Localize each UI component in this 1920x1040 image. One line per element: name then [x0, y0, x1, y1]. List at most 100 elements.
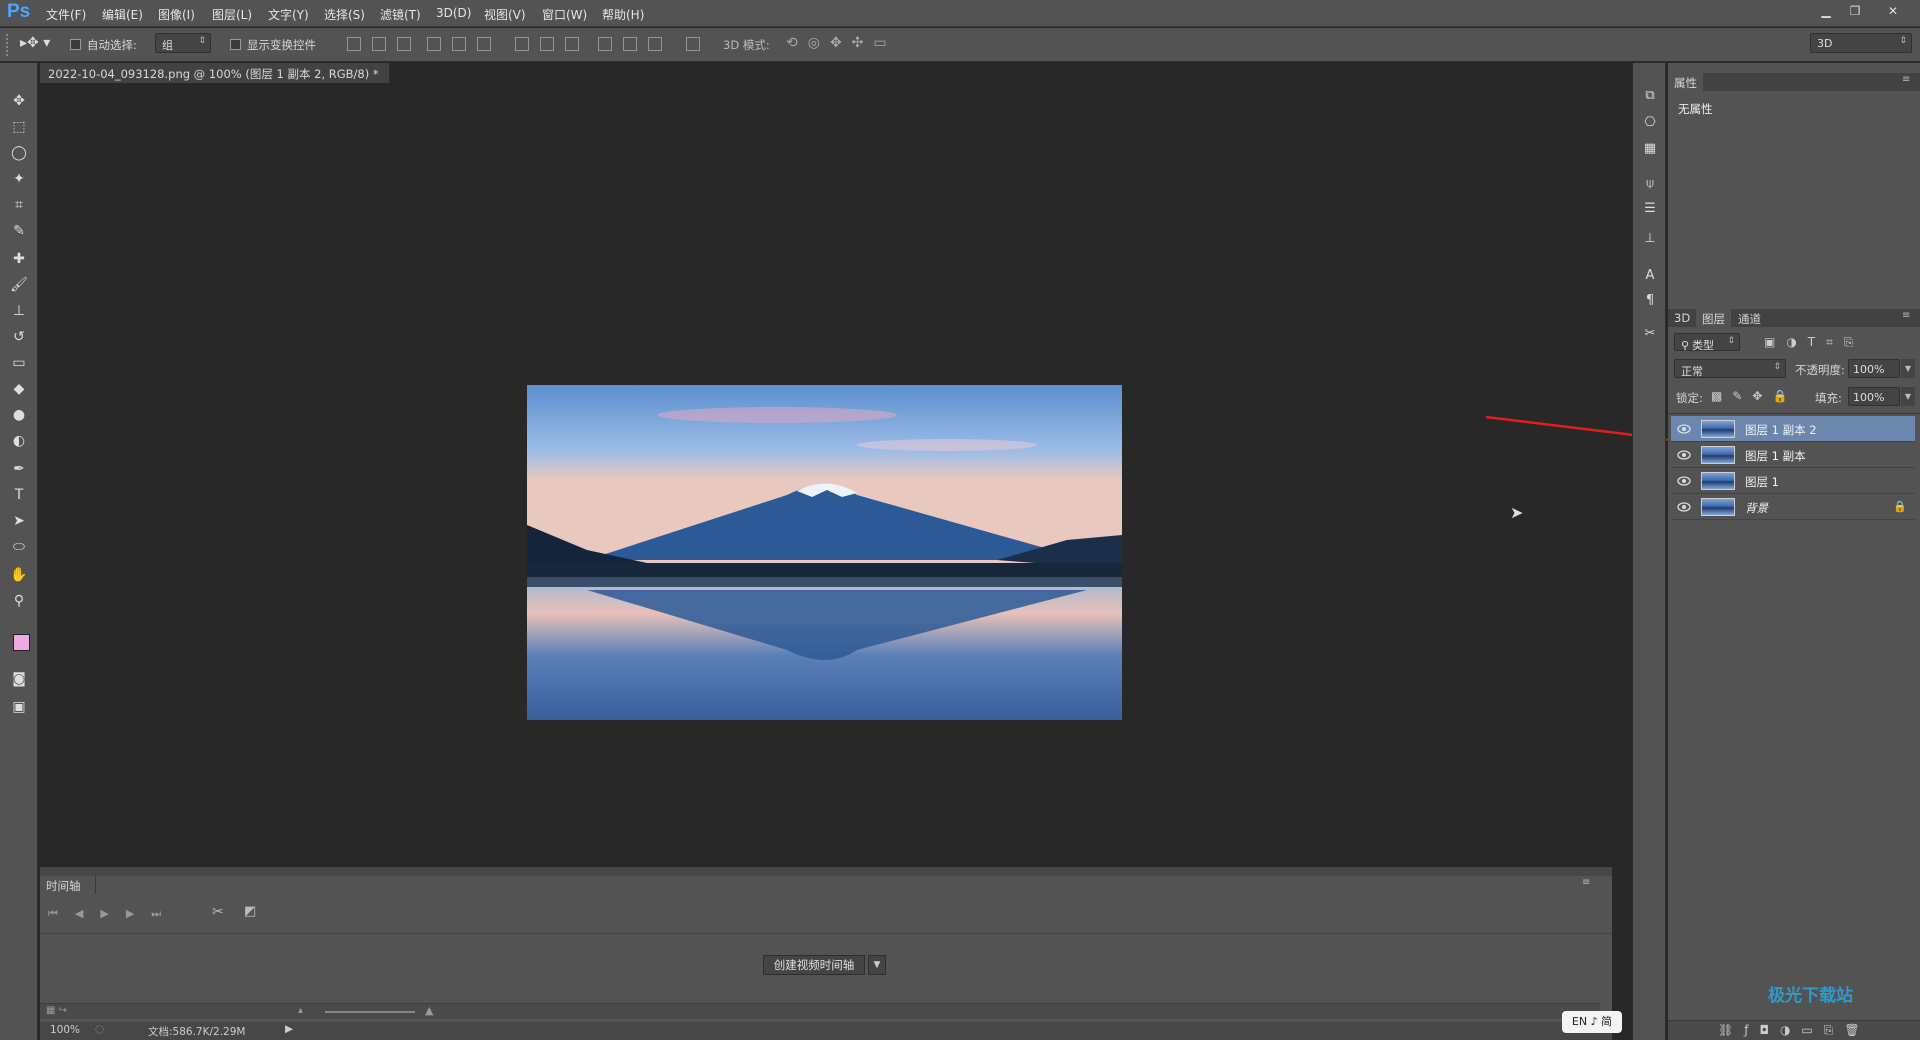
stamp-tool-icon[interactable]: ⊥ [8, 300, 30, 322]
screen-mode-icon[interactable]: ▣ [8, 696, 30, 718]
menu-select[interactable]: 选择(S) [324, 6, 365, 23]
auto-align-icon[interactable] [686, 37, 700, 51]
zoom-out-icon[interactable]: ▴ [298, 1005, 303, 1016]
brush-presets-icon[interactable]: ⍦ [1642, 176, 1658, 192]
blend-mode-dropdown[interactable]: 正常 ⇕ [1674, 359, 1786, 378]
layer-filter-icons[interactable]: ▣◑T⌗⎘ [1764, 335, 1865, 350]
layer-footer-icons[interactable]: ⛓ƒ◘◑▭⎘🗑 [1718, 1023, 1871, 1038]
layer-filter-dropdown[interactable]: ⚲ 类型 ⇕ [1674, 333, 1740, 352]
align-left-icon[interactable] [427, 37, 441, 51]
zoom-tool-icon[interactable]: ⚲ [8, 590, 30, 612]
lock-options-icons[interactable]: ▩✎✥🔒 [1711, 389, 1797, 403]
healing-tool-icon[interactable]: ✚ [8, 248, 30, 270]
menu-type[interactable]: 文字(Y) [268, 6, 309, 23]
align-vcenter-icon[interactable] [372, 37, 386, 51]
path-selection-tool-icon[interactable]: ➤ [8, 510, 30, 532]
visibility-eye-icon[interactable] [1677, 475, 1691, 487]
quick-mask-icon[interactable]: ◙ [8, 668, 30, 690]
menu-file[interactable]: 文件(F) [46, 6, 86, 23]
workspace-dropdown[interactable]: 3D ⇕ [1810, 33, 1912, 53]
marquee-tool-icon[interactable]: ⬚ [8, 116, 30, 138]
status-menu-arrow-icon[interactable]: ▶ [285, 1023, 293, 1035]
opacity-dropdown-icon[interactable]: ▼ [1901, 359, 1915, 378]
restore-icon[interactable]: ❐ [1842, 1, 1868, 21]
tools-preset-icon[interactable]: ✂ [1642, 326, 1658, 342]
type-tool-icon[interactable]: T [8, 484, 30, 506]
layer-row[interactable]: 图层 1 [1671, 468, 1915, 494]
distribute-top-icon[interactable] [515, 37, 529, 51]
menu-layer[interactable]: 图层(L) [212, 6, 252, 23]
eyedropper-tool-icon[interactable]: ✎ [8, 220, 30, 242]
menu-3d[interactable]: 3D(D) [436, 6, 471, 20]
auto-select-dropdown[interactable]: 组 ⇕ [155, 33, 211, 53]
scissors-icon[interactable]: ✂ [212, 904, 224, 920]
hand-tool-icon[interactable]: ✋ [8, 564, 30, 586]
menu-help[interactable]: 帮助(H) [602, 6, 644, 23]
close-icon[interactable]: ✕ [1880, 1, 1906, 21]
ellipse-tool-icon[interactable]: ⬭ [8, 536, 30, 558]
timeline-dropdown-arrow-icon[interactable]: ▼ [868, 955, 886, 975]
dodge-tool-icon[interactable]: ◐ [8, 430, 30, 452]
timeline-tab[interactable]: 时间轴 [40, 876, 96, 894]
layer-row[interactable]: 图层 1 副本 2 [1671, 416, 1915, 442]
blur-tool-icon[interactable]: ● [8, 404, 30, 426]
properties-menu-icon[interactable]: ≡ [1902, 74, 1910, 85]
history-panel-icon[interactable]: ⧉ [1642, 88, 1658, 104]
canvas-area[interactable]: ➤ [40, 83, 1670, 865]
ime-indicator[interactable]: EN ♪ 简 [1562, 1011, 1622, 1033]
swatches-panel-icon[interactable]: ▦ [1642, 141, 1658, 157]
tab-3d[interactable]: 3D [1668, 309, 1696, 327]
distribute-hcenter-icon[interactable] [623, 37, 637, 51]
fill-dropdown-icon[interactable]: ▼ [1901, 387, 1915, 406]
lasso-tool-icon[interactable]: ◯ [8, 142, 30, 164]
transition-icon[interactable]: ◩ [244, 904, 256, 919]
menu-filter[interactable]: 滤镜(T) [380, 6, 421, 23]
align-right-icon[interactable] [477, 37, 491, 51]
visibility-eye-icon[interactable] [1677, 501, 1691, 513]
tab-layers[interactable]: 图层 [1696, 309, 1731, 329]
crop-tool-icon[interactable]: ⌗ [8, 194, 30, 216]
paint-bucket-tool-icon[interactable]: ◆ [8, 378, 30, 400]
menu-edit[interactable]: 编辑(E) [102, 6, 143, 23]
paragraph-panel-icon[interactable]: ¶ [1642, 293, 1658, 309]
layer-row[interactable]: 图层 1 副本 [1671, 442, 1915, 468]
zoom-slider[interactable] [325, 1011, 415, 1013]
distribute-bottom-icon[interactable] [565, 37, 579, 51]
menu-window[interactable]: 窗口(W) [542, 6, 587, 23]
adjustments-panel-icon[interactable]: ☰ [1642, 201, 1658, 217]
zoom-level[interactable]: 100% [50, 1024, 80, 1036]
playback-controls-icon[interactable]: ⏮◀▶▶⏭ [48, 907, 178, 921]
tab-channels[interactable]: 通道 [1732, 309, 1767, 329]
history-brush-tool-icon[interactable]: ↺ [8, 326, 30, 348]
visibility-eye-icon[interactable] [1677, 449, 1691, 461]
clone-source-icon[interactable]: ⊥ [1642, 231, 1658, 247]
create-video-timeline-button[interactable]: 创建视频时间轴 [763, 955, 865, 975]
3d-panel-icon[interactable]: ⎔ [1642, 115, 1658, 131]
align-hcenter-icon[interactable] [452, 37, 466, 51]
character-panel-icon[interactable]: A [1642, 268, 1658, 284]
menu-view[interactable]: 视图(V) [484, 6, 526, 23]
document-tab[interactable]: 2022-10-04_093128.png @ 100% (图层 1 副本 2,… [40, 63, 390, 96]
fill-input[interactable]: 100% [1848, 387, 1900, 406]
eraser-tool-icon[interactable]: ▭ [8, 352, 30, 374]
panel-menu-icon[interactable]: ≡ [1582, 877, 1590, 888]
frame-animation-icon[interactable]: ▦ ↪ [46, 1005, 67, 1016]
visibility-eye-icon[interactable] [1677, 423, 1691, 435]
layer-row[interactable]: 背景 🔒 [1671, 494, 1915, 520]
minimize-icon[interactable]: ▁ [1813, 1, 1839, 21]
distribute-vcenter-icon[interactable] [540, 37, 554, 51]
magic-wand-tool-icon[interactable]: ✦ [8, 168, 30, 190]
brush-tool-icon[interactable]: 🖌 [8, 274, 30, 296]
distribute-left-icon[interactable] [598, 37, 612, 51]
auto-select-checkbox[interactable] [70, 39, 81, 50]
foreground-color-swatch[interactable] [13, 634, 30, 651]
align-top-icon[interactable] [347, 37, 361, 51]
align-bottom-icon[interactable] [397, 37, 411, 51]
move-tool-preset-icon[interactable]: ▸✥ ▾ [20, 35, 50, 51]
move-tool-icon[interactable]: ✥ [8, 90, 30, 112]
show-transform-checkbox[interactable] [230, 39, 241, 50]
layers-menu-icon[interactable]: ≡ [1902, 310, 1910, 321]
properties-tab[interactable]: 属性 [1668, 73, 1703, 93]
zoom-in-icon[interactable]: ▲ [425, 1004, 433, 1017]
opacity-input[interactable]: 100% [1848, 359, 1900, 378]
